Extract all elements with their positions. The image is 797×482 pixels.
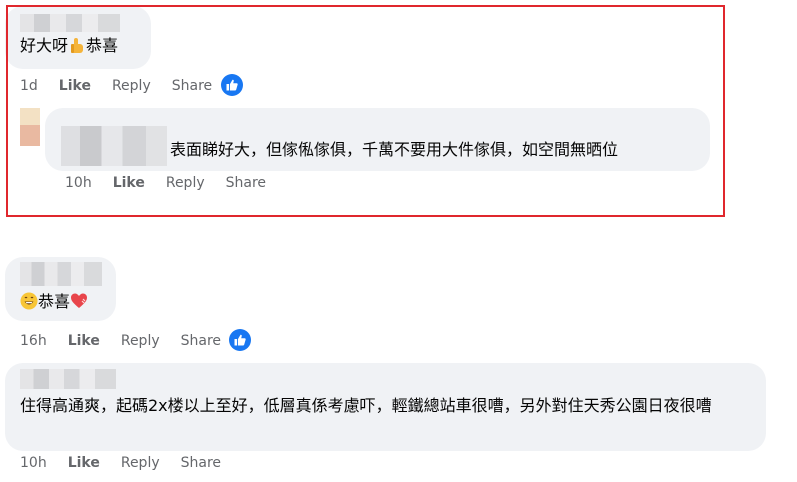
- reply-button[interactable]: Reply: [121, 454, 160, 472]
- highlight-frame: [6, 5, 725, 217]
- comment-timestamp[interactable]: 16h: [20, 332, 47, 350]
- thumbs-up-icon: [234, 334, 246, 346]
- share-button[interactable]: Share: [181, 332, 221, 350]
- commenter-name-blurred[interactable]: [20, 262, 102, 286]
- comment-text: 恭喜: [20, 289, 88, 314]
- comment-actions: 10h Like Reply Share: [20, 454, 242, 472]
- reply-button[interactable]: Reply: [121, 332, 160, 350]
- grinning-face-emoji: [20, 292, 38, 310]
- comment-actions: 16h Like Reply Share: [20, 332, 242, 350]
- commenter-name-blurred[interactable]: [20, 369, 116, 389]
- comments-page: 好大呀 恭喜 1d Like Reply Share 表面睇好大，但傢俬傢俱，千…: [0, 0, 797, 482]
- comment-text: 住得高通爽，起碼2x楼以上至好，低層真係考慮吓，輕鐵總站車很嘈，另外對住天秀公園…: [20, 396, 712, 415]
- like-button[interactable]: Like: [68, 332, 100, 350]
- like-reaction-icon[interactable]: [229, 329, 251, 351]
- heart-emoji: [71, 293, 88, 308]
- like-button[interactable]: Like: [68, 454, 100, 472]
- share-button[interactable]: Share: [181, 454, 221, 472]
- comment-timestamp[interactable]: 10h: [20, 454, 47, 472]
